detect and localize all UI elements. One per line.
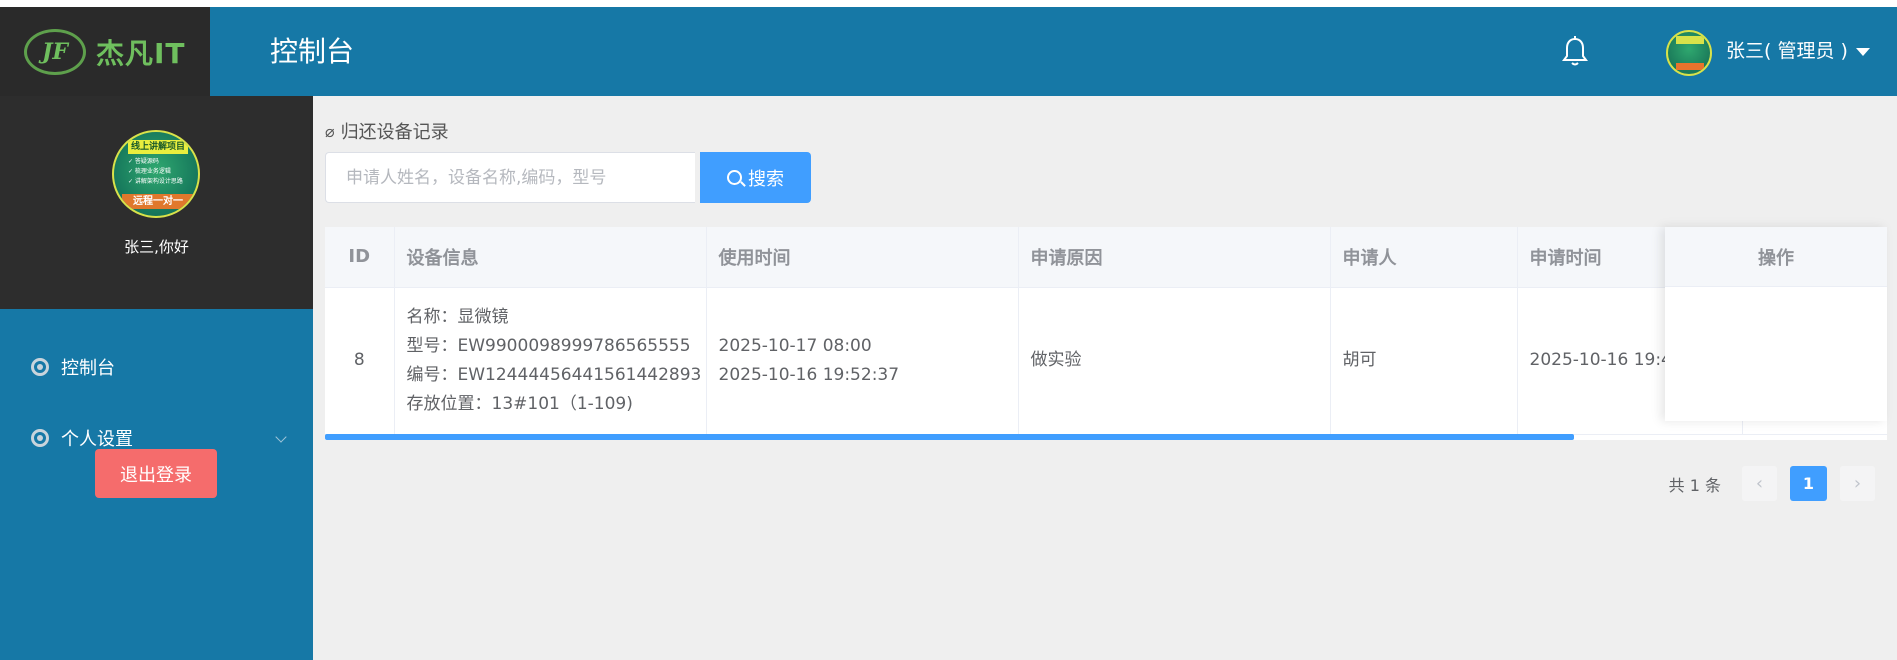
column-header-usage-time[interactable]: 使用时间 — [706, 227, 1019, 288]
table-row[interactable]: 8 名称：显微镜 型号：EW9900098999786565555 编号：EW1… — [325, 287, 1887, 435]
section-title-label: 归还设备记录 — [340, 122, 449, 143]
bell-icon[interactable] — [1560, 35, 1590, 69]
cell-applicant: 胡可 — [1330, 287, 1518, 435]
records-table: ID 设备信息 使用时间 申请原因 申请人 申请时间 8 名称：显微镜 型号：E… — [325, 227, 1887, 440]
column-header-actions: 操作 — [1665, 227, 1887, 287]
avatar-line-1: ✓ 答疑源码 — [128, 158, 159, 165]
sidebar-item-label: 控制台 — [61, 358, 115, 379]
paperclip-icon: ⌀ — [325, 121, 335, 141]
sidebar-item-label: 个人设置 — [61, 429, 133, 450]
next-page-button[interactable]: › — [1840, 466, 1875, 501]
cell-reason: 做实验 — [1018, 287, 1331, 435]
pagination: 共 1 条 ‹ 1 › — [1669, 466, 1878, 501]
horizontal-scrollbar[interactable] — [325, 434, 1574, 440]
cell-id: 8 — [325, 287, 395, 435]
column-header-applicant[interactable]: 申请人 — [1330, 227, 1518, 288]
menu-dot-icon — [31, 429, 49, 447]
menu-dot-icon — [31, 358, 49, 376]
avatar-banner-bottom: 远程一对一 — [122, 194, 194, 209]
usage-start: 2025-10-17 08:00 — [718, 335, 872, 356]
column-header-reason[interactable]: 申请原因 — [1018, 227, 1331, 288]
cell-device-info: 名称：显微镜 型号：EW9900098999786565555 编号：EW124… — [394, 287, 707, 435]
avatar-line-3: ✓ 讲解架构设计思路 — [128, 178, 183, 185]
table-header-row: ID 设备信息 使用时间 申请原因 申请人 申请时间 — [325, 227, 1887, 288]
search-button[interactable]: 搜索 — [700, 152, 811, 203]
pagination-total: 共 1 条 — [1668, 475, 1721, 495]
device-code: 编号：EW12444456441561442893 — [406, 364, 702, 385]
logout-button[interactable]: 退出登录 — [95, 449, 217, 498]
avatar-banner-top: 线上讲解项目 — [128, 140, 188, 154]
user-menu[interactable]: 张三( 管理员 ) — [1726, 7, 1870, 96]
user-avatar[interactable] — [1666, 30, 1712, 76]
main-content: ⌀ 归还设备记录 搜索 ID 设备信息 使用时间 申请原因 申请人 申请时间 — [313, 96, 1897, 660]
page-title: 控制台 — [270, 35, 355, 68]
user-name-label: 张三( 管理员 ) — [1726, 40, 1848, 62]
search-button-label: 搜索 — [748, 168, 784, 190]
device-name: 名称：显微镜 — [406, 306, 509, 327]
logo-mark: JF — [24, 28, 86, 75]
logo[interactable]: JF 杰凡IT — [0, 7, 210, 96]
logo-text: 杰凡IT — [96, 36, 186, 70]
column-header-id[interactable]: ID — [325, 227, 395, 288]
page-number-button[interactable]: 1 — [1790, 466, 1827, 501]
cell-usage-time: 2025-10-17 08:00 2025-10-16 19:52:37 — [706, 287, 1019, 435]
top-header: JF 杰凡IT 控制台 张三( 管理员 ) — [0, 7, 1897, 96]
device-model: 型号：EW9900098999786565555 — [406, 335, 691, 356]
usage-end: 2025-10-16 19:52:37 — [718, 364, 900, 385]
column-header-device[interactable]: 设备信息 — [394, 227, 707, 288]
search-input[interactable] — [325, 152, 695, 203]
chevron-down-icon — [275, 431, 287, 443]
sidebar-item-dashboard[interactable]: 控制台 — [0, 342, 313, 392]
device-location: 存放位置：13#101（1-109) — [406, 393, 633, 414]
search-icon — [727, 170, 742, 185]
fixed-actions-column: 操作 — [1665, 227, 1887, 421]
greeting: 张三,你好 — [124, 238, 189, 256]
avatar: 线上讲解项目 ✓ 答疑源码 ✓ 梳理业务逻辑 ✓ 讲解架构设计思路 远程一对一 — [112, 130, 200, 218]
caret-down-icon — [1855, 47, 1870, 56]
section-title: ⌀ 归还设备记录 — [325, 118, 449, 144]
avatar-line-2: ✓ 梳理业务逻辑 — [128, 168, 171, 175]
prev-page-button[interactable]: ‹ — [1742, 466, 1777, 501]
sidebar-profile: 线上讲解项目 ✓ 答疑源码 ✓ 梳理业务逻辑 ✓ 讲解架构设计思路 远程一对一 … — [0, 96, 313, 309]
